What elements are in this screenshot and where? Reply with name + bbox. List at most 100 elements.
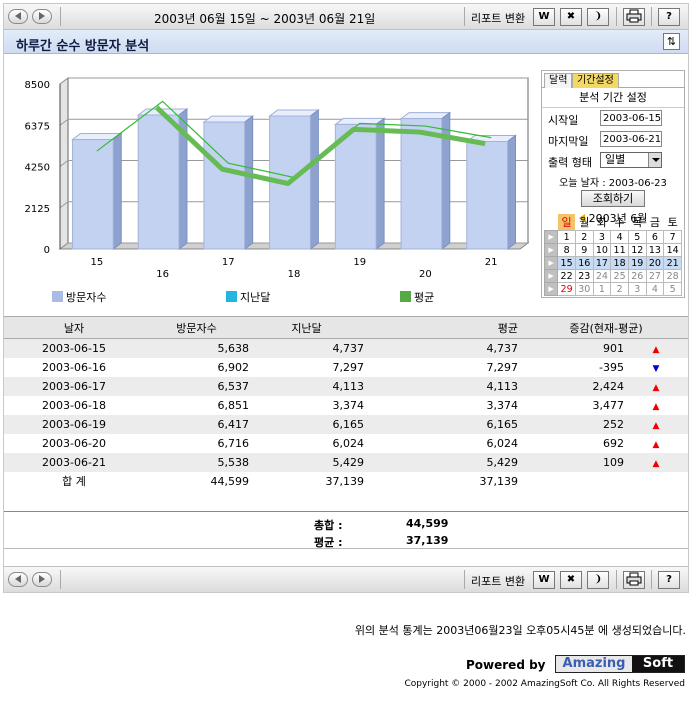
lookup-button[interactable]: 조회하기	[581, 190, 645, 207]
calendar-day-selected[interactable]: 19	[627, 256, 647, 270]
week-select-arrow[interactable]: ▶	[543, 243, 559, 257]
cell-visitors: 6,417	[144, 414, 249, 434]
calendar-day[interactable]: 5	[627, 230, 647, 244]
up-arrow-icon: ▲	[652, 458, 660, 469]
calendar-day[interactable]: 26	[627, 269, 647, 283]
print-button[interactable]	[623, 571, 645, 589]
calendar-day[interactable]: 4	[645, 282, 665, 296]
calendar-day[interactable]: 2	[574, 230, 594, 244]
end-date-input[interactable]	[600, 131, 662, 147]
cell-visitors: 6,851	[217, 398, 250, 412]
refresh-icon: ⇅	[666, 35, 677, 48]
week-select-arrow[interactable]: ▶	[543, 269, 559, 283]
panel-title: 분석 기간 설정	[542, 88, 684, 108]
output-format-select[interactable]: 일별	[600, 152, 662, 168]
output-format-label: 출력 형태	[548, 156, 592, 169]
cell-diff: 252	[524, 414, 624, 434]
help-button[interactable]: ?	[658, 8, 680, 26]
page-title: 하루간 순수 방문자 분석	[16, 39, 150, 54]
calendar-day[interactable]: 30	[574, 282, 594, 296]
amazingsoft-logo[interactable]: Amazing Soft	[555, 655, 685, 673]
excel-export-button[interactable]: ✖	[560, 571, 582, 589]
period-settings-panel: 달력 기간설정 분석 기간 설정 시작일 마지막일 출력 형태 일별 오늘 날자…	[541, 70, 685, 298]
cell-total-label: 합 계	[62, 475, 86, 488]
calendar-day-selected[interactable]: 16	[574, 256, 594, 270]
x-tick-label: 19	[353, 257, 366, 268]
week-select-arrow[interactable]: ▶	[543, 256, 559, 270]
powered-by: Powered by	[466, 658, 546, 672]
calendar-day[interactable]: 9	[574, 243, 594, 257]
table-row: 2003-06-17 6,537 4,113 4,113 2,424 ▲	[4, 376, 688, 396]
arrow-left-icon	[15, 12, 21, 20]
col-header-date: 날자	[4, 316, 144, 339]
excel-export-button[interactable]: ✖	[560, 8, 582, 26]
next-page-button[interactable]	[32, 9, 52, 24]
calendar-day[interactable]: 14	[663, 243, 682, 257]
today-date: 오늘 날자 : 2003-06-23	[559, 178, 667, 189]
calendar-day[interactable]: 8	[557, 243, 576, 257]
cell-average: 6,024	[486, 436, 519, 450]
cell-date: 2003-06-18	[42, 398, 106, 412]
logo-left: Amazing	[556, 656, 632, 672]
tab-period-settings[interactable]: 기간설정	[572, 73, 619, 88]
prev-page-button[interactable]	[8, 9, 28, 24]
calendar-day[interactable]: 24	[592, 269, 612, 283]
calendar-day[interactable]: 13	[645, 243, 665, 257]
calendar-day-selected[interactable]: 18	[610, 256, 629, 270]
weekday-wed: 수	[614, 216, 625, 229]
panel-tabs: 달력 기간설정	[542, 71, 684, 88]
calendar-day[interactable]: 3	[627, 282, 647, 296]
word-icon: W	[538, 11, 550, 22]
calendar-day-selected[interactable]: 17	[592, 256, 612, 270]
calendar-day[interactable]: 27	[645, 269, 665, 283]
hwp-export-button[interactable]: ❩	[587, 571, 609, 589]
hwp-export-button[interactable]: ❩	[587, 8, 609, 26]
calendar-day[interactable]: 23	[574, 269, 594, 283]
toolbar-divider	[60, 7, 61, 26]
prev-page-button[interactable]	[8, 572, 28, 587]
refresh-button[interactable]: ⇅	[663, 33, 680, 50]
calendar-day-selected[interactable]: 21	[663, 256, 682, 270]
calendar-day[interactable]: 5	[663, 282, 682, 296]
calendar-day[interactable]: 6	[645, 230, 665, 244]
printer-icon	[626, 572, 642, 586]
table-row: 2003-06-19 6,417 6,165 6,165 252 ▲	[4, 414, 688, 434]
calendar-day[interactable]: 22	[557, 269, 576, 283]
word-export-button[interactable]: W	[533, 8, 555, 26]
end-date-row: 마지막일	[542, 129, 684, 150]
chart-svg: 0 2125 4250 6375 8500 15 16 17 18 19 20 21	[25, 77, 530, 280]
cell-diff: 2,424	[524, 376, 624, 396]
help-button[interactable]: ?	[658, 571, 680, 589]
week-select-arrow[interactable]: ▶	[543, 230, 559, 244]
cell-total-visitors: 44,599	[210, 474, 250, 488]
calendar-day[interactable]: 4	[610, 230, 629, 244]
week-select-arrow[interactable]: ▶	[543, 282, 559, 296]
start-date-row: 시작일	[542, 108, 684, 129]
table-row: 2003-06-20 6,716 6,024 6,024 692 ▲	[4, 434, 688, 453]
legend-swatch-last-month	[226, 291, 237, 302]
calendar-day[interactable]: 7	[663, 230, 682, 244]
tab-calendar[interactable]: 달력	[544, 73, 573, 88]
calendar-day[interactable]: 3	[592, 230, 612, 244]
calendar-day[interactable]: 11	[610, 243, 629, 257]
calendar-day[interactable]: 29	[557, 282, 576, 296]
calendar-day[interactable]: 2	[610, 282, 629, 296]
calendar-week-4: ▶ 22 23 24 25 26 27 28	[543, 269, 682, 283]
calendar-day[interactable]: 25	[610, 269, 629, 283]
calendar-day[interactable]: 10	[592, 243, 612, 257]
x-tick-label: 20	[419, 269, 432, 280]
up-arrow-icon: ▲	[652, 344, 660, 355]
cell-average: 6,165	[364, 414, 524, 434]
calendar-day[interactable]: 1	[592, 282, 612, 296]
calendar-day-selected[interactable]: 15	[557, 256, 576, 270]
logo-right: Soft	[632, 656, 684, 672]
calendar-day[interactable]: 1	[557, 230, 576, 244]
calendar-day-selected[interactable]: 20	[645, 256, 665, 270]
start-date-input[interactable]	[600, 110, 662, 126]
calendar-day[interactable]: 12	[627, 243, 647, 257]
legend-last-month: 지난달	[226, 289, 270, 305]
next-page-button[interactable]	[32, 572, 52, 587]
calendar-day[interactable]: 28	[663, 269, 682, 283]
print-button[interactable]	[623, 8, 645, 26]
word-export-button[interactable]: W	[533, 571, 555, 589]
